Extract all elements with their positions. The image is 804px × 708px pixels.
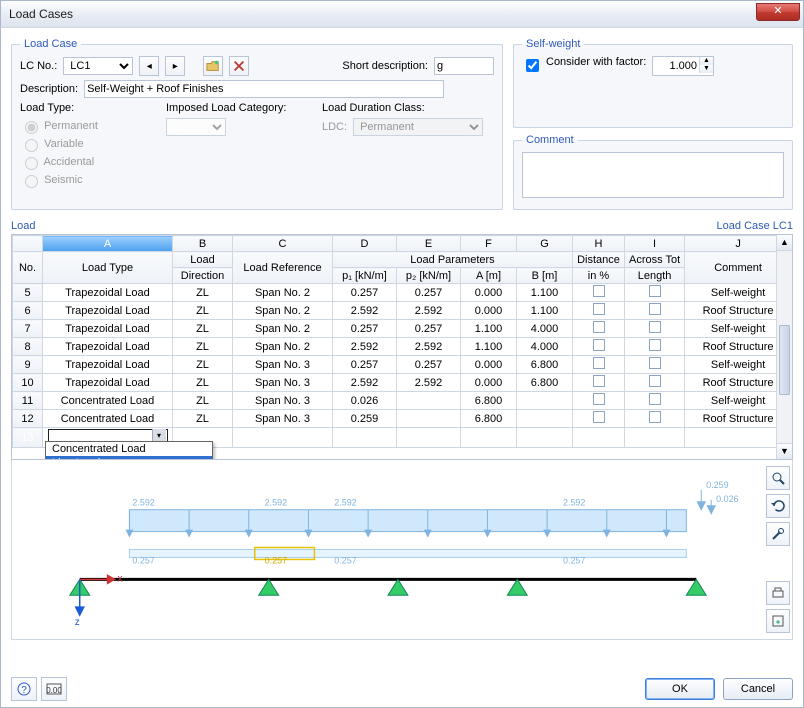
load-case-legend: Load Case [20,38,81,50]
selfweight-group: Self-weight Consider with factor: ▲▼ [513,38,793,128]
duration-header: Load Duration Class: [322,102,483,114]
selfweight-factor-input[interactable] [653,57,699,75]
load-section-right: Load Case LC1 [717,220,793,232]
load-section-label: Load [11,220,35,232]
grid-scrollbar[interactable]: ▲ ▼ [776,235,792,459]
radio-variable[interactable]: Variable [20,136,160,152]
preview-zoom-button[interactable] [766,466,790,490]
description-input[interactable] [84,80,444,98]
preview-refresh-button[interactable] [766,494,790,518]
svg-text:0.00: 0.00 [46,686,62,695]
radio-permanent[interactable]: Permanent [20,118,160,134]
table-row[interactable]: 11Concentrated LoadZLSpan No. 30.0266.80… [13,392,792,410]
print-icon [771,586,785,600]
col-f[interactable]: F [461,236,517,252]
imposed-header: Imposed Load Category: [166,102,316,114]
table-row[interactable]: 6Trapezoidal LoadZLSpan No. 22.5922.5920… [13,302,792,320]
load-grid[interactable]: A B C D E F G H I J No. Load Type [11,234,793,460]
selfweight-legend: Self-weight [522,38,584,50]
svg-text:z: z [75,617,80,628]
svg-text:0.257: 0.257 [265,555,287,565]
prev-lc-button[interactable]: ◂ [139,56,159,76]
new-lc-button[interactable] [203,56,223,76]
load-type-header: Load Type: [20,102,160,114]
tools-icon [771,527,785,541]
svg-text:0.257: 0.257 [334,555,356,565]
short-desc-label: Short description: [342,60,428,72]
scroll-down-button[interactable]: ▼ [777,443,792,459]
svg-text:x: x [118,573,123,584]
svg-text:0.026: 0.026 [716,494,738,504]
description-label: Description: [20,83,78,95]
table-row[interactable]: 10Trapezoidal LoadZLSpan No. 32.5922.592… [13,374,792,392]
selfweight-factor-spinner[interactable]: ▲▼ [652,56,714,76]
col-d[interactable]: D [333,236,397,252]
load-case-group: Load Case LC No.: LC1 ◂ ▸ Short descript… [11,38,503,210]
svg-text:2.592: 2.592 [132,498,154,508]
window-title: Load Cases [9,7,73,21]
table-row[interactable]: 5Trapezoidal LoadZLSpan No. 20.2570.2570… [13,284,792,302]
imposed-select [166,118,226,136]
radio-accidental[interactable]: Accidental [20,154,160,170]
units-icon: 0.00 [46,682,62,696]
table-row[interactable]: 9Trapezoidal LoadZLSpan No. 30.2570.2570… [13,356,792,374]
delete-lc-button[interactable] [229,56,249,76]
load-type-dropdown[interactable]: Concentrated LoadLine LoadTrapezoidal Lo… [45,441,213,460]
table-row[interactable]: 8Trapezoidal LoadZLSpan No. 22.5922.5921… [13,338,792,356]
comment-legend: Comment [522,134,578,146]
col-e[interactable]: E [397,236,461,252]
comment-textarea[interactable] [522,152,784,198]
col-i[interactable]: I [625,236,685,252]
comment-group: Comment [513,134,793,210]
lc-no-label: LC No.: [20,60,57,72]
new-folder-icon [206,59,220,73]
col-c[interactable]: C [233,236,333,252]
scroll-thumb[interactable] [779,325,790,395]
preview-print-button[interactable] [766,581,790,605]
titlebar: Load Cases ✕ [0,0,804,28]
refresh-icon [771,499,785,513]
table-row[interactable]: 12Concentrated LoadZLSpan No. 30.2596.80… [13,410,792,428]
svg-text:2.592: 2.592 [563,498,585,508]
svg-text:?: ? [21,685,27,696]
preview-canvas: 2.592 2.592 2.592 2.592 0.257 0.257 0.25… [12,460,764,639]
preview-settings-button[interactable] [766,522,790,546]
next-lc-button[interactable]: ▸ [165,56,185,76]
ldc-label: LDC: [322,121,347,133]
ldc-select: Permanent [353,118,483,136]
delete-icon [232,59,246,73]
short-desc-input[interactable] [434,57,494,75]
spin-down-icon[interactable]: ▼ [699,65,713,73]
col-b[interactable]: B [173,236,233,252]
load-preview: 2.592 2.592 2.592 2.592 0.257 0.257 0.25… [11,460,793,640]
help-button[interactable]: ? [11,677,37,701]
svg-text:0.259: 0.259 [706,480,728,490]
svg-text:2.592: 2.592 [334,498,356,508]
units-button[interactable]: 0.00 [41,677,67,701]
help-icon: ? [17,682,31,696]
consider-checkbox[interactable]: Consider with factor: [522,56,652,75]
table-row[interactable]: 7Trapezoidal LoadZLSpan No. 20.2570.2571… [13,320,792,338]
col-g[interactable]: G [517,236,573,252]
cancel-button[interactable]: Cancel [723,678,793,700]
window-close-button[interactable]: ✕ [756,3,800,21]
lc-no-select[interactable]: LC1 [63,57,133,75]
spin-up-icon[interactable]: ▲ [699,57,713,65]
svg-text:0.257: 0.257 [563,555,585,565]
col-a[interactable]: A [43,236,173,252]
svg-text:0.257: 0.257 [132,555,154,565]
svg-text:2.592: 2.592 [265,498,287,508]
col-h[interactable]: H [573,236,625,252]
scroll-up-button[interactable]: ▲ [777,235,792,251]
preview-export-button[interactable] [766,609,790,633]
radio-seismic[interactable]: Seismic [20,172,160,188]
dropdown-item[interactable]: Concentrated Load [46,442,212,456]
zoom-icon [771,471,785,485]
ok-button[interactable]: OK [645,678,715,700]
export-icon [771,614,785,628]
